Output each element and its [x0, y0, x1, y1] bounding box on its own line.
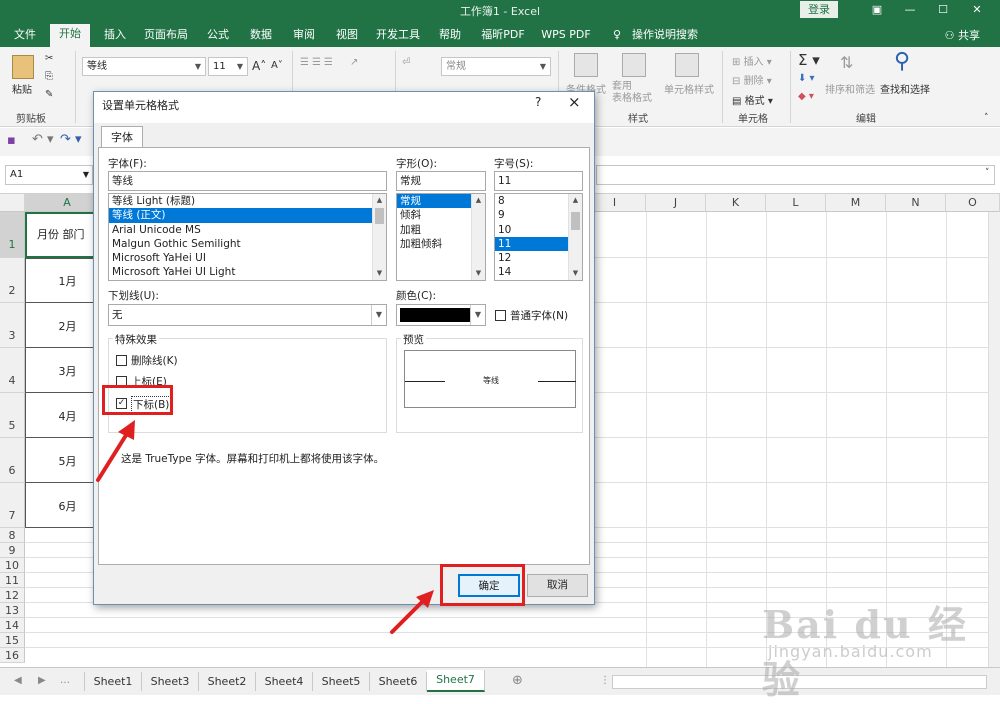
arrow-to-subscript [96, 420, 135, 482]
arrow-to-ok [390, 590, 434, 634]
annotation-arrows [96, 420, 434, 634]
